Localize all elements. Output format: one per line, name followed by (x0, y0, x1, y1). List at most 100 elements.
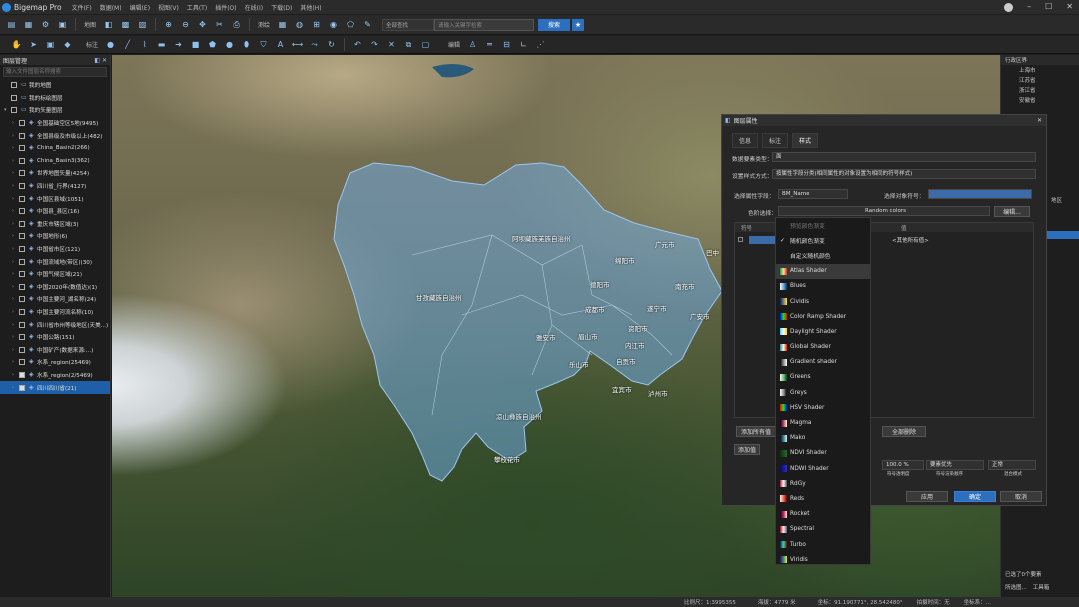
settings-icon[interactable]: ⚙ (39, 18, 52, 31)
ramp-option[interactable]: RdGy (776, 476, 870, 491)
expand-arrow-icon[interactable]: › (12, 133, 19, 139)
menu-download[interactable]: 下载(D) (271, 3, 292, 12)
polyline-icon[interactable]: ⌇ (139, 39, 150, 50)
expand-arrow-icon[interactable]: › (12, 233, 19, 239)
brush-icon[interactable]: ✎ (361, 18, 374, 31)
expand-arrow-icon[interactable]: ▾ (4, 107, 11, 113)
admin-item[interactable]: 上海市 (1001, 65, 1079, 75)
expand-arrow-icon[interactable]: › (12, 246, 19, 252)
expand-arrow-icon[interactable]: › (12, 359, 19, 365)
image-icon[interactable]: ▨ (136, 18, 149, 31)
ramp-option[interactable]: Viridis (776, 552, 870, 567)
ramp-option[interactable]: Color Ramp Shader (776, 309, 870, 324)
expand-arrow-icon[interactable]: › (12, 170, 19, 176)
expand-arrow-icon[interactable]: › (12, 309, 19, 315)
layer-item[interactable]: › ◈ 重庆市辖区域(3) (0, 218, 110, 231)
expand-arrow-icon[interactable]: › (12, 145, 19, 151)
delete-all-button[interactable]: 全部删除 (882, 426, 926, 437)
apply-button[interactable]: 应用 (906, 491, 948, 502)
person-icon[interactable]: ♙ (467, 39, 478, 50)
tab-toolbox[interactable]: 工具箱 (1033, 583, 1050, 591)
layers-icon[interactable]: ▦ (22, 18, 35, 31)
layer-checkbox[interactable] (19, 296, 25, 303)
split-icon[interactable]: ═ (484, 39, 495, 50)
layer-item[interactable]: › ◈ 中国区县域(1051) (0, 192, 110, 205)
layer-checkbox[interactable] (19, 321, 25, 328)
edge-icon[interactable]: ∟ (518, 39, 529, 50)
expand-arrow-icon[interactable]: › (12, 334, 19, 340)
camera-icon[interactable]: ◉ (327, 18, 340, 31)
layer-item[interactable]: › ◈ 四川省市州等级地区(天美...) (0, 318, 110, 331)
add-value-button[interactable]: 添加值 (734, 444, 760, 455)
ramp-option[interactable]: ✓ 随机颜色渐变 (776, 233, 870, 248)
vertex-icon[interactable]: ⋰ (535, 39, 546, 50)
merge-icon[interactable]: ⊟ (501, 39, 512, 50)
layer-checkbox[interactable] (19, 359, 25, 366)
layer-item[interactable]: › ◈ 中国气候区域(21) (0, 268, 110, 281)
layer-item[interactable]: › ◈ 世界地图矢量(4254) (0, 167, 110, 180)
pin-icon[interactable]: ◆ (62, 39, 73, 50)
user-icon[interactable] (1004, 3, 1014, 12)
panel-pin-icon[interactable]: ◧ ✕ (94, 57, 107, 64)
ramp-option[interactable]: Spectral (776, 522, 870, 537)
layer-item[interactable]: › ◈ 全国县级及市级以上(482) (0, 129, 110, 142)
expand-arrow-icon[interactable]: › (12, 196, 19, 202)
ramp-option[interactable]: Blues (776, 279, 870, 294)
cancel-button[interactable]: 取消 (1000, 491, 1042, 502)
print-icon[interactable]: ⎙ (230, 18, 243, 31)
menu-online[interactable]: 在线(I) (245, 3, 263, 12)
arrow-icon[interactable]: ➜ (173, 39, 184, 50)
layer-item[interactable]: › ◈ 中国流域地(带区)(30) (0, 255, 110, 268)
cut-icon[interactable]: ✂ (213, 18, 226, 31)
measure-line-icon[interactable]: ⟷ (292, 39, 303, 50)
layer-checkbox[interactable] (19, 271, 25, 278)
layer-search-input[interactable]: 输入文件图层名称搜索 (3, 67, 107, 77)
draw-label[interactable]: 标注 (86, 40, 98, 49)
zoom-in-icon[interactable]: ⊕ (162, 18, 175, 31)
pointer-icon[interactable]: ➤ (28, 39, 39, 50)
ramp-option[interactable]: HSV Shader (776, 400, 870, 415)
menu-edit[interactable]: 编辑(E) (130, 3, 150, 12)
menu-other[interactable]: 其他(H) (300, 3, 321, 12)
tab-label[interactable]: 标注 (762, 133, 789, 148)
admin-item[interactable]: 安徽省 (1001, 95, 1079, 105)
layer-checkbox[interactable] (19, 371, 25, 378)
layer-item[interactable]: › ◈ 中国省市区(121) (0, 243, 110, 256)
map-layer-icon[interactable]: ◧ (102, 18, 115, 31)
ramp-option[interactable]: Cividis (776, 294, 870, 309)
layer-checkbox[interactable] (19, 258, 25, 265)
tab-selected[interactable]: 所选图... (1005, 583, 1027, 591)
add-all-values-button[interactable]: 添加所有值 (736, 426, 776, 437)
layer-checkbox[interactable] (11, 107, 17, 114)
layer-item[interactable]: › ◈ 中国矿产(数据来源:...) (0, 343, 110, 356)
ramp-option[interactable]: Magma (776, 415, 870, 430)
square-icon[interactable]: ■ (190, 39, 201, 50)
undo-icon[interactable]: ↶ (352, 39, 363, 50)
layer-item[interactable]: ▾ ▭ 我的矢量图层 (0, 104, 110, 117)
menu-file[interactable]: 文件(F) (72, 3, 92, 12)
search-button[interactable]: 搜索 (538, 18, 571, 31)
ramp-option[interactable]: Gradient shader (776, 355, 870, 370)
pentagon-icon[interactable]: ⬟ (207, 39, 218, 50)
ramp-option[interactable]: NDWI Shader (776, 461, 870, 476)
polygon-icon[interactable]: ⬠ (344, 18, 357, 31)
ramp-select[interactable]: Random colors (778, 206, 990, 216)
layer-checkbox[interactable] (19, 334, 25, 341)
expand-arrow-icon[interactable]: › (12, 158, 19, 164)
rectangle-icon[interactable]: ▬ (156, 39, 167, 50)
field-select[interactable]: BM_Name (778, 189, 848, 199)
expand-arrow-icon[interactable]: › (12, 183, 19, 189)
pan-icon[interactable]: ✥ (196, 18, 209, 31)
maximize-icon[interactable]: ☐ (1045, 2, 1052, 12)
layer-item[interactable]: › ◈ 中国2020年(数值达)(1) (0, 281, 110, 294)
coordinate-icon[interactable]: ⊞ (310, 18, 323, 31)
image-edit-icon[interactable]: ▣ (45, 39, 56, 50)
symbol-swatch[interactable] (928, 189, 1032, 199)
row-symbol-swatch[interactable] (749, 235, 777, 244)
layer-checkbox[interactable] (19, 208, 25, 215)
layer-checkbox[interactable] (19, 384, 25, 391)
ramp-option[interactable]: Atlas Shader (776, 263, 870, 279)
grid-icon[interactable]: ▩ (119, 18, 132, 31)
menu-data[interactable]: 数据(M) (100, 3, 122, 12)
ok-button[interactable]: 确定 (954, 491, 996, 502)
